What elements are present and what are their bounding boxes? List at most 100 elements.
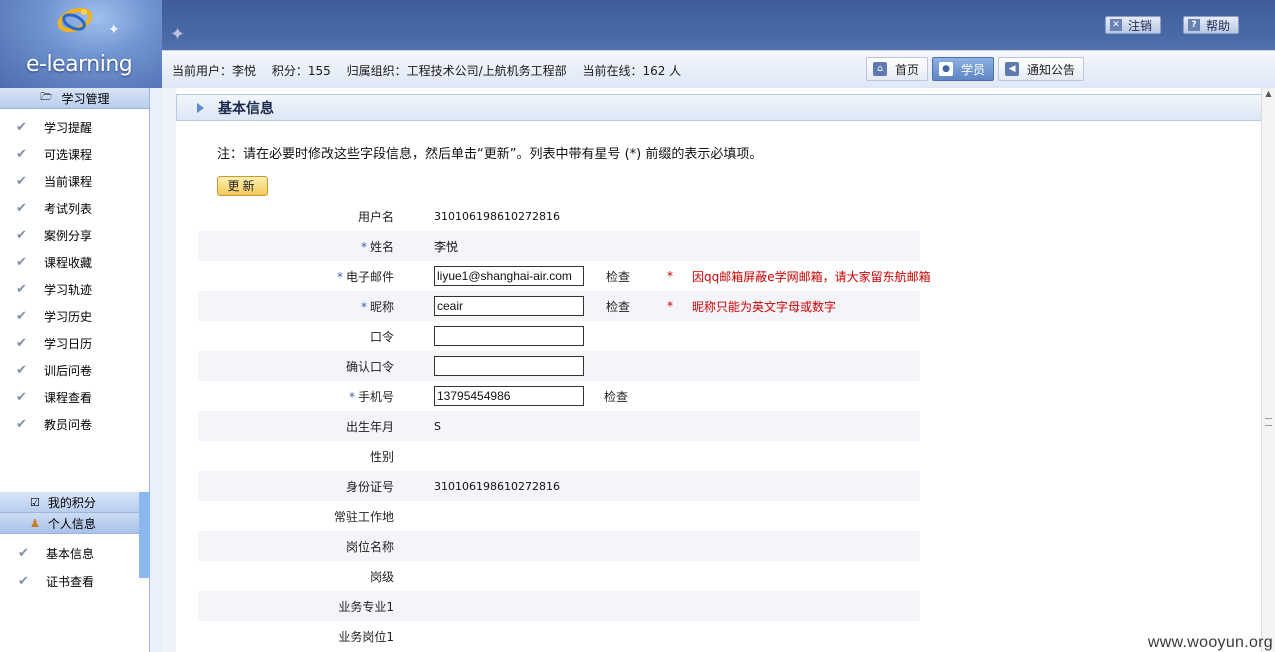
sidebar-item-label: 证书查看 bbox=[46, 574, 95, 589]
user-icon: ● bbox=[939, 62, 954, 76]
user-info: 当前用户：李悦 积分：155 归属组织：工程技术公司/上航机务工程部 当前在线：… bbox=[172, 62, 693, 79]
label-text: 确认口令 bbox=[345, 359, 394, 374]
logo-swirl-icon bbox=[57, 7, 93, 33]
nickname-hint: 昵称只能为英文字母或数字 bbox=[692, 299, 837, 314]
sidebar-item-track[interactable]: ✔ 学习轨迹 bbox=[0, 276, 149, 303]
sidebar-item-basic-info[interactable]: ✔ 基本信息 bbox=[0, 539, 139, 567]
sidebar-item-calendar[interactable]: ✔ 学习日历 bbox=[0, 330, 149, 357]
label-text: 出生年月 bbox=[345, 419, 394, 434]
check-nickname-link[interactable]: 检查 bbox=[606, 298, 630, 315]
check-email-link[interactable]: 检查 bbox=[606, 268, 630, 285]
check-mobile-link[interactable]: 检查 bbox=[604, 388, 628, 405]
logo-area: ✦ ✦ e-learning bbox=[0, 0, 185, 88]
check-icon: ✔ bbox=[16, 390, 27, 405]
main-scrollbar[interactable]: ▲ bbox=[1261, 88, 1275, 652]
row-confirm-password: 确认口令 bbox=[198, 351, 920, 381]
online-count: 当前在线：162 人 bbox=[582, 64, 682, 78]
check-icon: ✔ bbox=[16, 336, 27, 351]
nav-notices-label: 通知公告 bbox=[1027, 62, 1076, 77]
nav-student[interactable]: ● 学员 bbox=[932, 57, 995, 81]
label-text: 业务专业1 bbox=[338, 599, 394, 614]
sidebar-item-label: 学习轨迹 bbox=[44, 283, 93, 297]
sidebar-item-label: 考试列表 bbox=[44, 202, 93, 216]
check-icon: ✔ bbox=[16, 201, 27, 216]
row-position: 岗位名称 bbox=[198, 531, 920, 561]
learning-menu: ✔ 学习提醒 ✔ 可选课程 ✔ 当前课程 ✔ 考试列表 ✔ 案例分享 ✔ 课程收藏 ✔ 学习轨… bbox=[0, 109, 149, 438]
nickname-field[interactable] bbox=[434, 296, 584, 316]
sidebar-lower: ☑ 我的积分 ♟ 个人信息 ✔ 基本信息 ✔ 证书查看 bbox=[0, 492, 139, 595]
check-icon: ✔ bbox=[16, 309, 27, 324]
panel-title-bar: 基本信息 bbox=[176, 94, 1261, 121]
label-text: 岗位名称 bbox=[345, 539, 394, 554]
label-text: 身份证号 bbox=[345, 479, 394, 494]
sidebar-item-label: 基本信息 bbox=[46, 546, 95, 561]
password-field[interactable] bbox=[434, 326, 584, 346]
row-nickname: *昵称 检查 * 昵称只能为英文字母或数字 bbox=[198, 291, 920, 321]
checklist-icon: ☑ bbox=[30, 495, 40, 509]
row-post: 业务岗位1 bbox=[198, 621, 920, 651]
sidebar-item-history[interactable]: ✔ 学习历史 bbox=[0, 303, 149, 330]
sidebar-item-teacher-survey[interactable]: ✔ 教员问卷 bbox=[0, 411, 149, 438]
sidebar: 🗁 学习管理 ✔ 学习提醒 ✔ 可选课程 ✔ 当前课程 ✔ 考试列表 ✔ 案例分享 ✔ 课程… bbox=[0, 88, 162, 652]
nav-student-label: 学员 bbox=[961, 62, 986, 77]
sidebar-item-current-courses[interactable]: ✔ 当前课程 bbox=[0, 168, 149, 195]
sidebar-item-label: 课程收藏 bbox=[44, 256, 93, 270]
email-field[interactable] bbox=[434, 266, 584, 286]
sidebar-item-favorites[interactable]: ✔ 课程收藏 bbox=[0, 249, 149, 276]
logout-label: 注销 bbox=[1127, 18, 1152, 33]
help-link[interactable]: ? 帮助 bbox=[1182, 16, 1239, 34]
required-marker: * bbox=[667, 299, 673, 313]
field-label: 身份证号 bbox=[346, 478, 394, 495]
sidebar-item-optional-courses[interactable]: ✔ 可选课程 bbox=[0, 141, 149, 168]
user-points: 积分：155 bbox=[271, 64, 331, 78]
arrow-right-icon bbox=[197, 102, 204, 113]
help-icon: ? bbox=[1187, 19, 1200, 31]
label-text: 常驻工作地 bbox=[333, 509, 394, 524]
sidebar-item-exams[interactable]: ✔ 考试列表 bbox=[0, 195, 149, 222]
check-icon: ✔ bbox=[16, 282, 27, 297]
label-text: 电子邮件 bbox=[345, 269, 394, 284]
person-icon: ♟ bbox=[30, 516, 40, 530]
field-label: 常驻工作地 bbox=[334, 508, 394, 525]
logout-link[interactable]: ✕ 注销 bbox=[1104, 16, 1161, 34]
watermark: www.wooyun.org bbox=[1147, 634, 1273, 651]
name-value: 李悦 bbox=[434, 239, 459, 254]
sidebar-item-course-view[interactable]: ✔ 课程查看 bbox=[0, 384, 149, 411]
scroll-grip[interactable] bbox=[1265, 418, 1272, 426]
nav-notices[interactable]: ◀ 通知公告 bbox=[998, 57, 1085, 81]
required-marker: * bbox=[667, 269, 673, 283]
home-icon: ⌂ bbox=[873, 62, 887, 76]
row-idcard: 身份证号 310106198610272816 bbox=[198, 471, 920, 501]
check-icon: ✔ bbox=[16, 228, 27, 243]
form-note: 注：请在必要时修改这些字段信息，然后单击“更新”。列表中带有星号 (*) 前缀的… bbox=[217, 147, 763, 162]
check-icon: ✔ bbox=[16, 255, 27, 270]
sidebar-item-label: 当前课程 bbox=[44, 175, 93, 189]
required-star: * bbox=[348, 389, 355, 404]
sidebar-item-case-sharing[interactable]: ✔ 案例分享 bbox=[0, 222, 149, 249]
row-password: 口令 bbox=[198, 321, 920, 351]
help-label: 帮助 bbox=[1205, 18, 1230, 33]
sidebar-item-label: 训后问卷 bbox=[44, 364, 93, 378]
update-button[interactable]: 更新 bbox=[217, 176, 268, 196]
main-nav: ⌂ 首页 ● 学员 ◀ 通知公告 bbox=[866, 57, 1085, 81]
row-email: *电子邮件 检查 * 因qq邮箱屏蔽e学网邮箱，请大家留东航邮箱 bbox=[198, 261, 931, 291]
sidebar-scrollbar[interactable] bbox=[139, 492, 150, 578]
row-gender: 性别 bbox=[198, 441, 920, 471]
section-my-points[interactable]: ☑ 我的积分 bbox=[0, 492, 139, 513]
sidebar-item-post-survey[interactable]: ✔ 训后问卷 bbox=[0, 357, 149, 384]
section-label: 我的积分 bbox=[47, 495, 96, 510]
label-text: 性别 bbox=[369, 449, 394, 464]
sidebar-item-certificates[interactable]: ✔ 证书查看 bbox=[0, 567, 139, 595]
field-label: 确认口令 bbox=[346, 358, 394, 375]
row-mobile: *手机号 检查 bbox=[198, 381, 920, 411]
scroll-up-icon[interactable]: ▲ bbox=[1262, 88, 1275, 100]
confirm-password-field[interactable] bbox=[434, 356, 584, 376]
check-icon: ✔ bbox=[16, 174, 27, 189]
section-personal-info[interactable]: ♟ 个人信息 bbox=[0, 513, 139, 534]
check-icon: ✔ bbox=[16, 147, 27, 162]
section-learning-management[interactable]: 🗁 学习管理 bbox=[0, 88, 149, 109]
sidebar-item-reminders[interactable]: ✔ 学习提醒 bbox=[0, 114, 149, 141]
nav-home[interactable]: ⌂ 首页 bbox=[866, 57, 929, 81]
nav-home-label: 首页 bbox=[895, 62, 920, 77]
mobile-field[interactable] bbox=[434, 386, 584, 406]
